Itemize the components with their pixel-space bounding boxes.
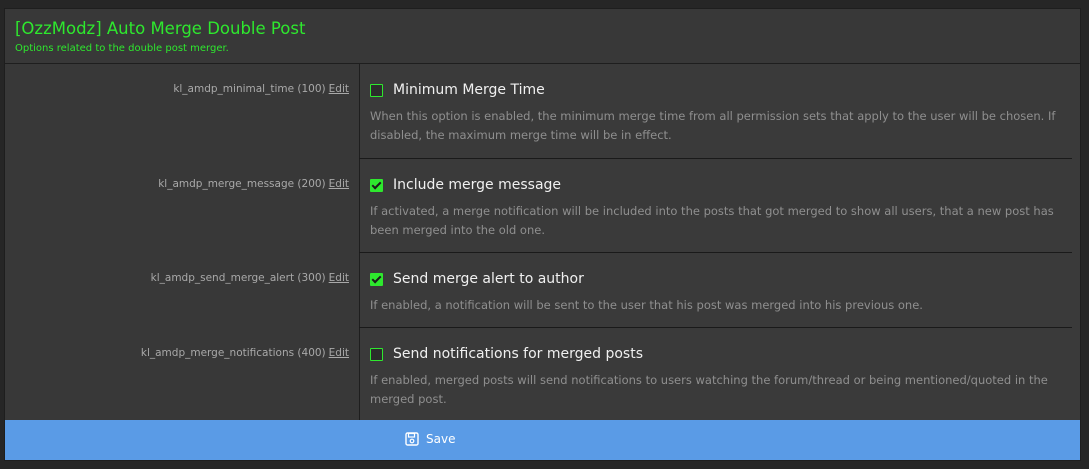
form-footer: Save: [5, 420, 1080, 460]
edit-link[interactable]: Edit: [329, 178, 349, 190]
option-checkbox-line[interactable]: Minimum Merge Time: [370, 82, 1062, 98]
checkbox-unchecked[interactable]: [370, 347, 383, 361]
option-title[interactable]: Send notifications for merged posts: [393, 346, 643, 362]
option-description: If activated, a merge notification will …: [370, 204, 1054, 237]
option-key-label: kl_amdp_send_merge_alert (300) Edit: [5, 253, 359, 328]
option-description: If enabled, merged posts will send notif…: [370, 373, 1048, 406]
edit-link[interactable]: Edit: [329, 347, 349, 359]
option-content: Send merge alert to author If enabled, a…: [359, 253, 1072, 328]
panel-header: [OzzModz] Auto Merge Double Post Options…: [5, 9, 1080, 64]
edit-link[interactable]: Edit: [329, 272, 349, 284]
option-title[interactable]: Send merge alert to author: [393, 271, 584, 287]
option-row-merge-message: kl_amdp_merge_message (200) Edit Include …: [5, 159, 1080, 253]
option-key: kl_amdp_merge_message (200): [158, 178, 326, 190]
edit-link[interactable]: Edit: [329, 83, 349, 95]
page-title: [OzzModz] Auto Merge Double Post: [15, 19, 306, 38]
option-content: Include merge message If activated, a me…: [359, 159, 1072, 253]
option-key-label: kl_amdp_merge_notifications (400) Edit: [5, 328, 359, 420]
option-content: Minimum Merge Time When this option is e…: [359, 64, 1072, 159]
option-key: kl_amdp_merge_notifications (400): [140, 347, 326, 359]
page-description: Options related to the double post merge…: [15, 43, 229, 54]
checkbox-unchecked[interactable]: [370, 83, 383, 97]
save-icon: [405, 432, 419, 446]
option-key-label: kl_amdp_minimal_time (100) Edit: [5, 64, 359, 159]
checkbox-checked[interactable]: [370, 272, 383, 286]
option-content: Send notifications for merged posts If e…: [359, 328, 1072, 420]
option-key: kl_amdp_send_merge_alert (300): [150, 272, 326, 284]
option-row-merge-notifications: kl_amdp_merge_notifications (400) Edit Se…: [5, 328, 1080, 420]
option-row-minimal-time: kl_amdp_minimal_time (100) Edit Minimum M…: [5, 64, 1080, 159]
save-label[interactable]: Save: [426, 432, 455, 446]
option-row-send-merge-alert: kl_amdp_send_merge_alert (300) Edit Send …: [5, 253, 1080, 328]
options-list: kl_amdp_minimal_time (100) Edit Minimum M…: [5, 64, 1080, 420]
option-key-label: kl_amdp_merge_message (200) Edit: [5, 159, 359, 253]
option-checkbox-line[interactable]: Include merge message: [370, 177, 1062, 193]
option-checkbox-line[interactable]: Send merge alert to author: [370, 271, 1062, 287]
option-key: kl_amdp_minimal_time (100): [173, 83, 326, 95]
checkbox-checked[interactable]: [370, 178, 383, 192]
save-button[interactable]: Save: [405, 432, 455, 446]
option-title[interactable]: Minimum Merge Time: [393, 82, 545, 98]
option-description: When this option is enabled, the minimum…: [370, 109, 1056, 142]
options-panel: [OzzModz] Auto Merge Double Post Options…: [4, 8, 1081, 461]
option-title[interactable]: Include merge message: [393, 177, 561, 193]
option-description: If enabled, a notification will be sent …: [370, 298, 923, 312]
option-checkbox-line[interactable]: Send notifications for merged posts: [370, 346, 1062, 362]
